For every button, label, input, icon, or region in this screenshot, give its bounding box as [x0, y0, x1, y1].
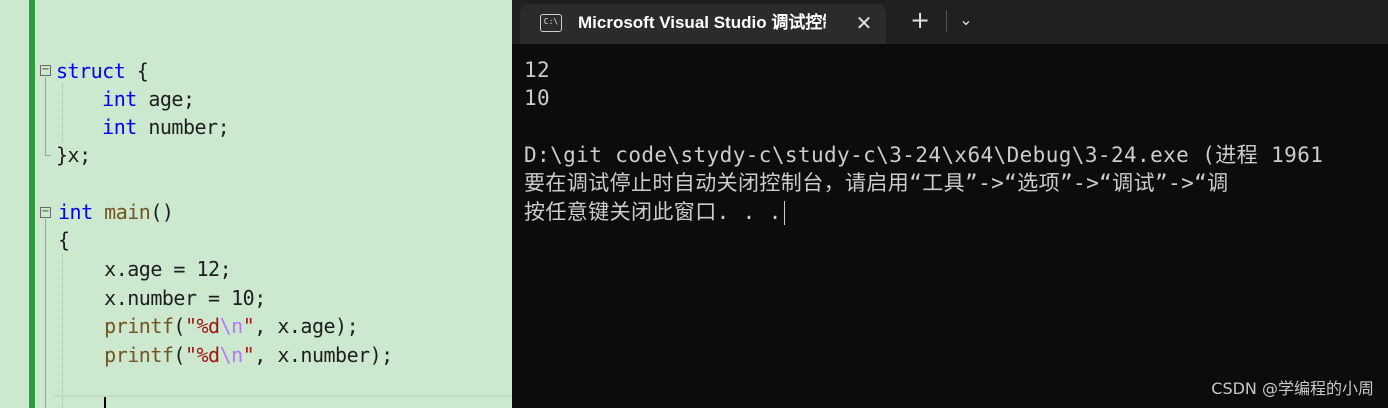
- terminal-icon: C:\: [540, 14, 562, 32]
- code-token: age;: [136, 87, 195, 111]
- code-token: , x.number);: [254, 343, 393, 367]
- code-token: (): [150, 200, 174, 224]
- collapse-main-icon[interactable]: −: [40, 207, 51, 218]
- close-icon[interactable]: ✕: [850, 9, 878, 37]
- collapse-struct-icon[interactable]: −: [40, 65, 51, 76]
- watermark: CSDN @学编程的小周: [1211, 379, 1374, 398]
- console-line: D:\git code\stydy-c\study-c\3-24\x64\Deb…: [524, 143, 1324, 167]
- console-output[interactable]: 12 10 D:\git code\stydy-c\study-c\3-24\x…: [512, 44, 1388, 408]
- code-token: x.number = 10;: [58, 286, 266, 310]
- code-line: x.number = 10;: [58, 284, 266, 312]
- console-line: 要在调试停止时自动关闭控制台，请启用“工具”->“选项”->“调试”->“调: [524, 171, 1229, 195]
- code-token: {: [58, 228, 70, 252]
- fold-guide-end: [45, 155, 51, 156]
- code-token: \n: [219, 314, 244, 338]
- new-tab-button[interactable]: +: [906, 6, 934, 34]
- code-line: }x;: [56, 141, 91, 169]
- code-token: (: [173, 314, 185, 338]
- code-token: (: [173, 343, 185, 367]
- code-token: ": [242, 314, 255, 338]
- code-token: }x;: [56, 143, 91, 167]
- console-line-text: 按任意键关闭此窗口. . .: [524, 200, 782, 224]
- code-token: ": [242, 343, 255, 367]
- code-line: int main(): [58, 198, 174, 226]
- tab-title: Microsoft Visual Studio 调试控制台: [578, 13, 826, 32]
- code-line: printf("%d\n", x.age);: [58, 312, 358, 340]
- tab-debug-console[interactable]: C:\ Microsoft Visual Studio 调试控制台 ✕: [520, 4, 886, 44]
- chevron-down-icon[interactable]: ⌄: [952, 6, 980, 34]
- tab-divider: [946, 10, 947, 32]
- code-token: int: [102, 87, 137, 111]
- code-area[interactable]: − − struct { int age; int number;}x; int …: [36, 0, 512, 408]
- code-token: printf: [104, 343, 174, 367]
- console-cursor: [783, 201, 785, 225]
- code-token: int: [102, 115, 137, 139]
- code-token: "%d: [184, 314, 220, 338]
- code-line: struct {: [56, 57, 149, 85]
- code-token: , x.age);: [254, 314, 359, 338]
- code-token: int: [58, 200, 93, 224]
- tab-bar: C:\ Microsoft Visual Studio 调试控制台 ✕ + ⌄: [512, 0, 1388, 44]
- change-tracking-bar: [29, 0, 35, 408]
- code-line: x.age = 12;: [58, 255, 231, 283]
- code-token: struct: [56, 59, 126, 83]
- code-token: \n: [219, 343, 244, 367]
- code-editor[interactable]: − − struct { int age; int number;}x; int …: [0, 0, 512, 408]
- code-token: printf: [104, 314, 174, 338]
- terminal-window[interactable]: C:\ Microsoft Visual Studio 调试控制台 ✕ + ⌄ …: [512, 0, 1388, 408]
- code-line: printf("%d\n", x.number);: [58, 341, 393, 369]
- code-token: x.age = 12;: [58, 257, 232, 281]
- code-token: "%d: [184, 343, 220, 367]
- text-caret: [104, 397, 106, 408]
- console-prompt-line: 按任意键关闭此窗口. . .: [524, 198, 785, 226]
- editor-margin: [0, 0, 28, 408]
- code-token: main: [104, 200, 151, 224]
- code-token: {: [125, 59, 149, 83]
- fold-guide: [45, 219, 46, 408]
- console-line: 10: [524, 86, 551, 110]
- code-line: int age;: [56, 85, 195, 113]
- fold-guide: [45, 77, 46, 155]
- console-line: 12: [524, 58, 551, 82]
- code-line: int number;: [56, 113, 229, 141]
- code-token: number;: [136, 115, 230, 139]
- code-line: {: [58, 226, 70, 254]
- current-line-highlight: [54, 395, 512, 408]
